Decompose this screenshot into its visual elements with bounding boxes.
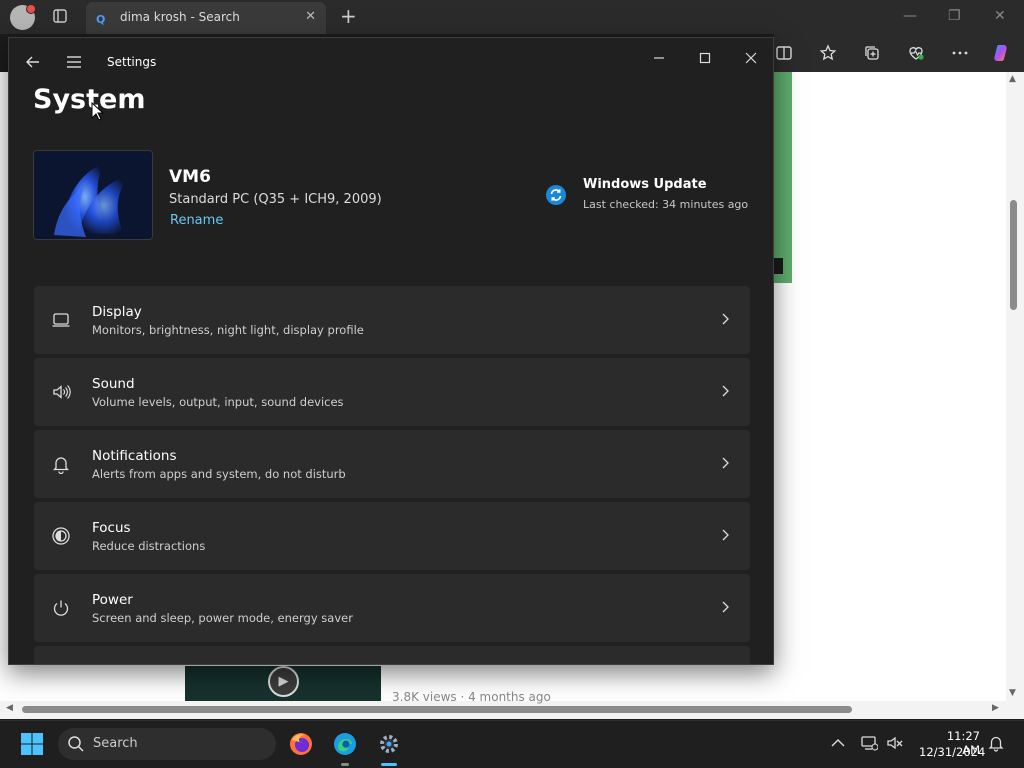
favorites-icon[interactable] [818, 43, 838, 63]
windows-start-icon[interactable] [20, 732, 44, 756]
tab-close-icon[interactable]: ✕ [305, 9, 316, 24]
setting-item-title: Power [92, 592, 133, 608]
new-tab-button[interactable]: + [340, 4, 357, 28]
setting-item-sound[interactable]: Sound Volume levels, output, input, soun… [34, 358, 750, 426]
scroll-up-arrow-icon[interactable]: ▲ [1009, 74, 1016, 84]
settings-window: Settings System VM6 Standard PC (Q35 + I… [8, 37, 774, 665]
taskbar-search-box[interactable] [58, 728, 276, 760]
browser-close-button[interactable]: ✕ [994, 8, 1006, 24]
tab-title: dima krosh - Search [120, 10, 240, 24]
browser-toolbar [774, 34, 1024, 72]
tab-actions-icon[interactable] [52, 8, 68, 24]
setting-item-title: Sound [92, 376, 135, 392]
setting-item-notifications[interactable]: Notifications Alerts from apps and syste… [34, 430, 750, 498]
browser-restore-button[interactable]: ❐ [948, 8, 961, 24]
device-wallpaper-image [33, 150, 153, 240]
setting-item-power[interactable]: Power Screen and sleep, power mode, ener… [34, 574, 750, 642]
browser-essentials-icon[interactable] [906, 43, 926, 63]
page-title: System [33, 84, 146, 115]
back-arrow-icon[interactable] [23, 52, 43, 72]
setting-item-partial[interactable] [34, 646, 750, 664]
video-views-text: 3.8K views · 4 months ago [392, 690, 551, 704]
split-screen-icon[interactable] [774, 43, 794, 63]
browser-minimize-button[interactable]: — [903, 8, 917, 24]
setting-item-description: Volume levels, output, input, sound devi… [92, 395, 344, 409]
windows-update-status: Last checked: 34 minutes ago [583, 198, 749, 211]
display-icon [52, 313, 70, 327]
power-icon [53, 600, 69, 616]
taskbar-search-placeholder[interactable]: Search [93, 736, 138, 751]
windows-update-title[interactable]: Windows Update [583, 177, 707, 192]
device-model: Standard PC (Q35 + ICH9, 2009) [169, 192, 382, 207]
rename-link[interactable]: Rename [170, 213, 223, 228]
bell-icon [52, 457, 70, 474]
settings-header: Settings [9, 38, 773, 86]
chevron-up-icon[interactable] [829, 734, 847, 752]
settings-gear-icon[interactable] [376, 731, 402, 757]
minimize-icon[interactable] [647, 46, 671, 70]
setting-item-focus[interactable]: Focus Reduce distractions [34, 502, 750, 570]
chevron-right-icon [722, 457, 729, 469]
speaker-icon [53, 385, 71, 399]
setting-item-description: Alerts from apps and system, do not dist… [92, 467, 346, 481]
mouse-cursor-icon [91, 102, 105, 121]
setting-item-display[interactable]: Display Monitors, brightness, night ligh… [34, 286, 750, 354]
setting-item-description: Screen and sleep, power mode, energy sav… [92, 611, 353, 625]
setting-item-title: Notifications [92, 448, 177, 464]
volume-muted-icon[interactable] [886, 734, 904, 752]
edge-icon[interactable] [332, 731, 358, 757]
focus-icon [52, 527, 70, 545]
web-green-panel [774, 72, 792, 283]
scroll-left-arrow-icon[interactable]: ◀ [6, 703, 13, 713]
device-name: VM6 [169, 167, 211, 187]
maximize-icon[interactable] [693, 46, 717, 70]
scroll-down-arrow-icon[interactable]: ▼ [1009, 688, 1016, 698]
setting-item-description: Monitors, brightness, night light, displ… [92, 323, 364, 337]
chevron-right-icon [722, 385, 729, 397]
notification-bell-icon[interactable] [987, 734, 1005, 752]
chevron-right-icon [722, 529, 729, 541]
firefox-icon[interactable] [288, 731, 314, 757]
setting-item-description: Reduce distractions [92, 539, 206, 553]
search-icon [68, 736, 84, 752]
horizontal-scrollbar-thumb[interactable] [22, 706, 852, 713]
more-options-icon[interactable] [950, 43, 970, 63]
windows-update-icon[interactable] [545, 184, 567, 206]
setting-item-title: Display [92, 304, 142, 320]
network-icon[interactable] [860, 734, 878, 752]
collections-icon[interactable] [862, 43, 882, 63]
chevron-right-icon [722, 313, 729, 325]
bing-favicon-icon: Q [96, 13, 106, 26]
profile-avatar[interactable] [10, 4, 36, 30]
clock-date[interactable]: 12/31/2024 [919, 745, 985, 759]
vertical-scrollbar[interactable] [1006, 72, 1024, 701]
settings-active-indicator [381, 763, 397, 766]
play-icon[interactable]: ▶ [268, 666, 299, 697]
copilot-icon[interactable] [992, 43, 1012, 63]
vertical-scrollbar-thumb[interactable] [1010, 200, 1017, 310]
settings-window-title: Settings [107, 55, 157, 69]
edge-running-indicator [341, 763, 349, 766]
close-icon[interactable] [739, 46, 763, 70]
browser-tab[interactable]: Q dima krosh - Search ✕ [86, 2, 326, 34]
web-dark-tag [774, 258, 783, 274]
setting-item-title: Focus [92, 520, 131, 536]
scroll-right-arrow-icon[interactable]: ▶ [992, 703, 999, 713]
chevron-right-icon [722, 601, 729, 613]
browser-titlebar: Q dima krosh - Search ✕ + — ❐ ✕ [0, 0, 1024, 34]
hamburger-menu-icon[interactable] [64, 52, 84, 72]
